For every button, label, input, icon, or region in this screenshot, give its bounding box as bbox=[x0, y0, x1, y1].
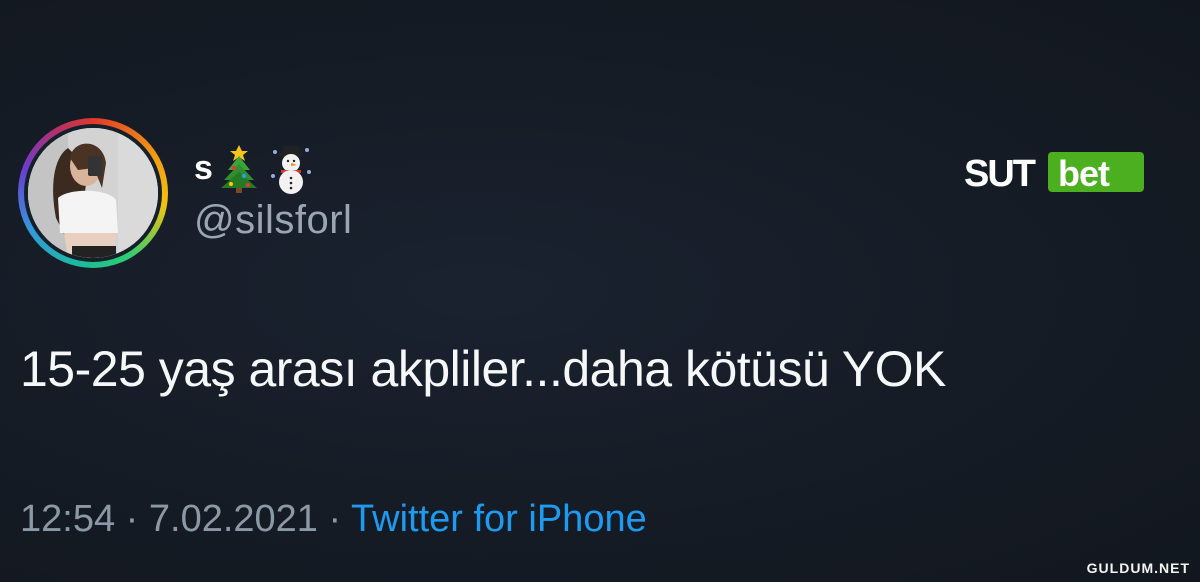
meta-separator: · bbox=[125, 498, 139, 540]
avatar-photo bbox=[28, 128, 158, 258]
tweet-date[interactable]: 7.02.2021 bbox=[149, 498, 318, 540]
display-name[interactable]: s bbox=[194, 140, 313, 196]
username-handle[interactable]: @silsforl bbox=[194, 198, 352, 243]
watermark: GULDUM.NET bbox=[1086, 560, 1190, 576]
logo-text-sut: SUT bbox=[964, 153, 1036, 195]
sutbet-logo: SUT bet bbox=[964, 152, 1144, 195]
avatar[interactable] bbox=[18, 118, 168, 268]
display-name-text: s bbox=[194, 149, 213, 187]
logo-text-bet: bet bbox=[1058, 153, 1110, 194]
avatar-image bbox=[28, 128, 158, 258]
tweet-time[interactable]: 12:54 bbox=[20, 498, 115, 540]
snowman-icon bbox=[270, 146, 311, 194]
tweet-source-link[interactable]: Twitter for iPhone bbox=[351, 498, 647, 540]
tweet-text: 15-25 yaş arası akpliler...daha kötüsü Y… bbox=[20, 341, 946, 397]
christmas-tree-icon bbox=[220, 145, 257, 193]
meta-separator: · bbox=[328, 498, 342, 540]
tweet-meta: 12:54 · 7.02.2021 · Twitter for iPhone bbox=[20, 498, 647, 541]
